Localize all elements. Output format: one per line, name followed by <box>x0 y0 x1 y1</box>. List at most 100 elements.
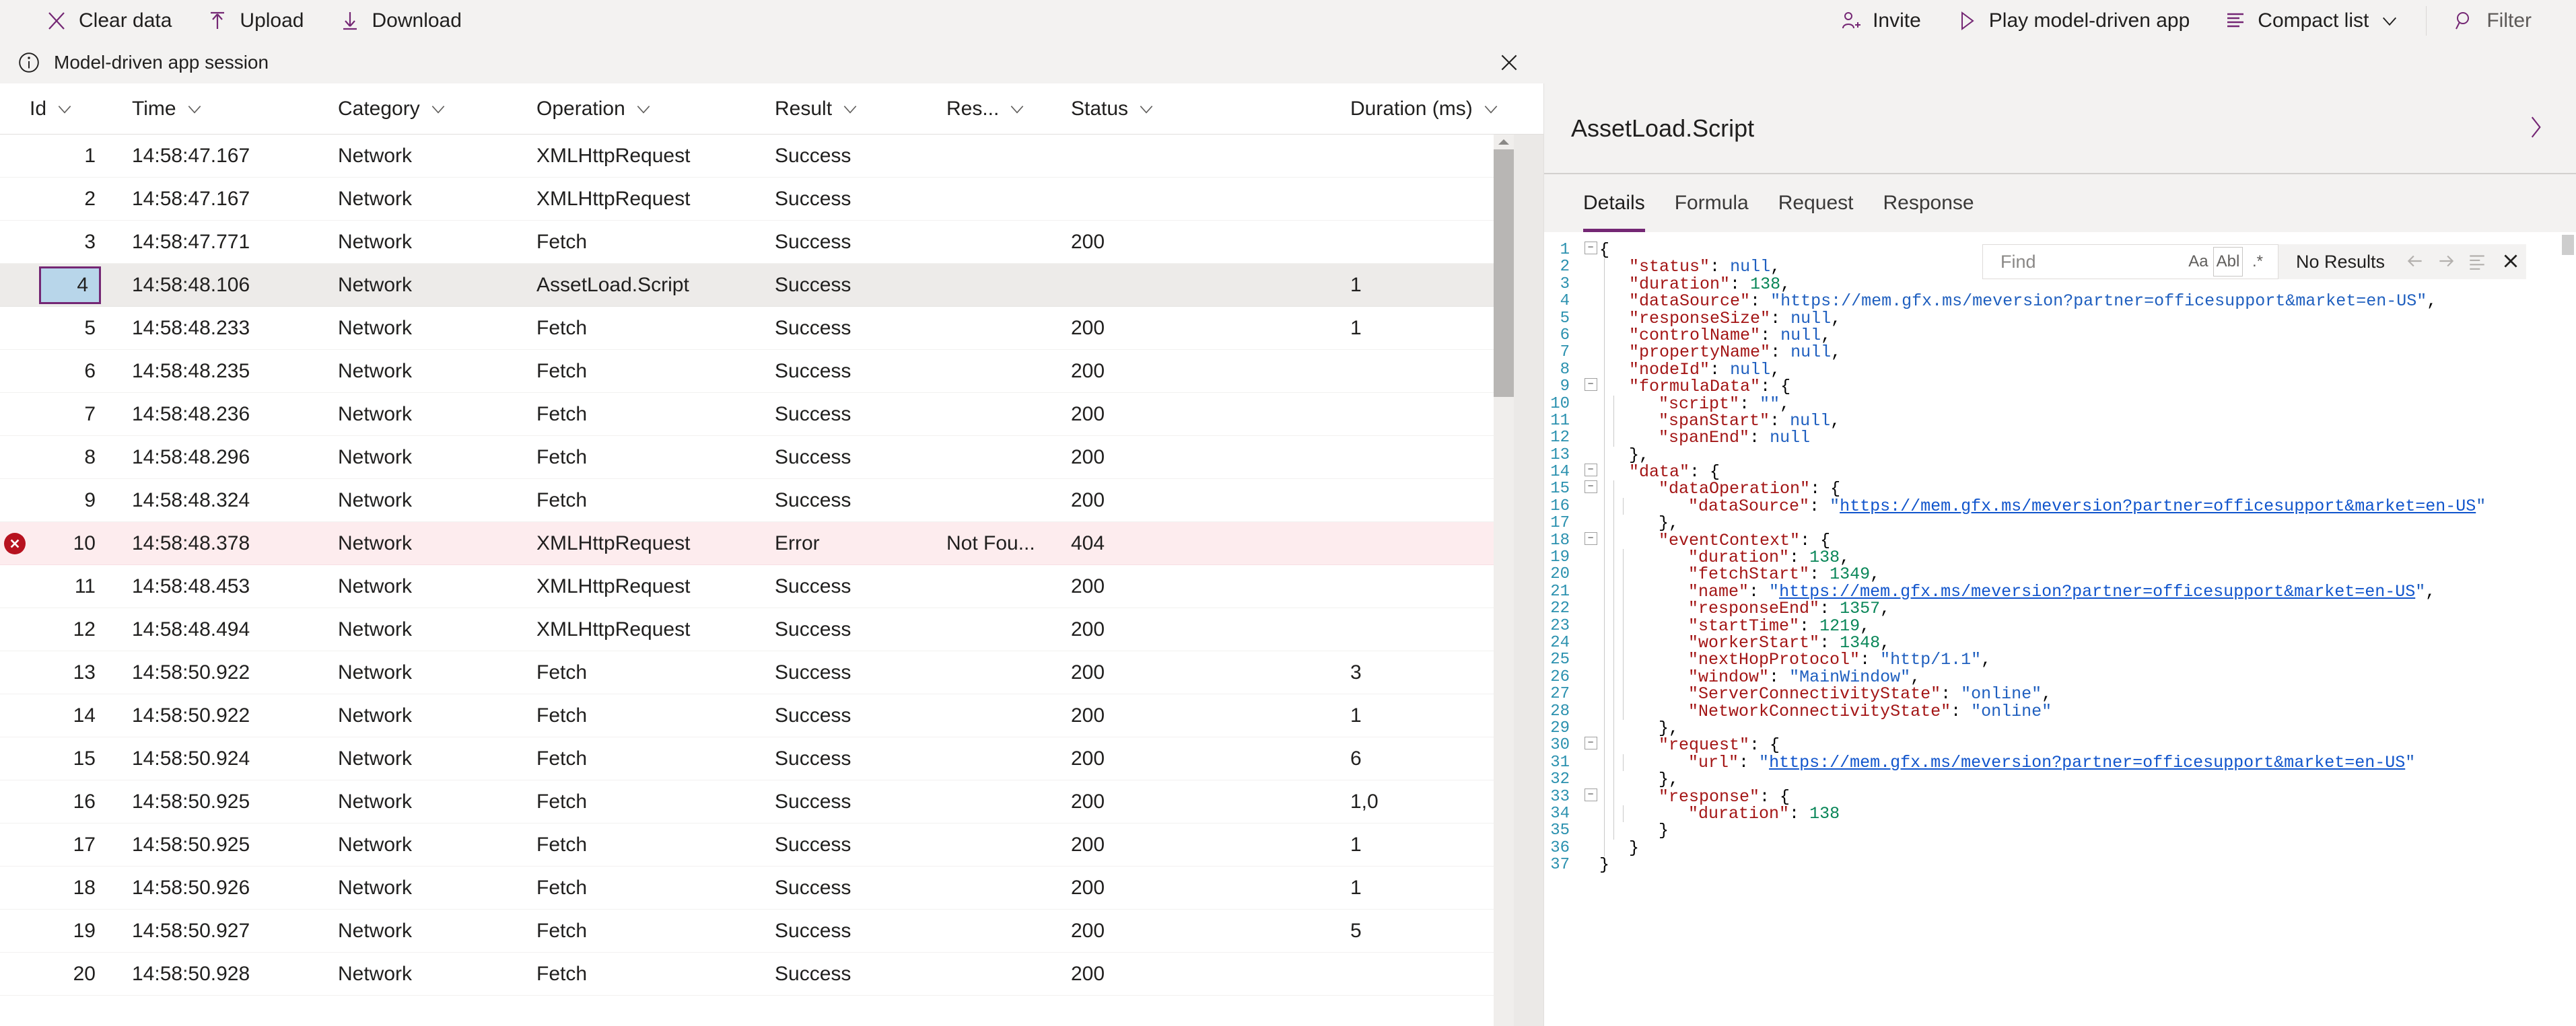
table-row[interactable]: 11 14:58:48.453 Network XMLHttpRequest Succe… <box>0 565 1543 608</box>
cell-operation[interactable]: XMLHttpRequest <box>520 618 759 641</box>
cell-result[interactable]: Success <box>759 791 930 813</box>
cell-result[interactable]: Success <box>759 317 930 340</box>
cell-operation[interactable]: Fetch <box>520 231 759 254</box>
cell-operation[interactable]: Fetch <box>520 747 759 770</box>
cell-operation[interactable]: XMLHttpRequest <box>520 532 759 555</box>
cell-result[interactable]: Success <box>759 403 930 426</box>
play-model-driven-app-button[interactable]: Play model-driven app <box>1939 0 2208 42</box>
cell-category[interactable]: Network <box>306 747 520 770</box>
code-fold-toggle-icon[interactable]: − <box>1582 532 1599 545</box>
cell-status[interactable]: 200 <box>1055 877 1334 900</box>
code-scroll-thumb[interactable] <box>2562 235 2574 255</box>
cell-time[interactable]: 14:58:47.167 <box>104 145 306 168</box>
table-row[interactable]: 15 14:58:50.924 Network Fetch Success 200 6 <box>0 737 1543 780</box>
cell-id[interactable]: 2 <box>30 188 104 211</box>
table-row[interactable]: 7 14:58:48.236 Network Fetch Success 200 <box>0 393 1543 436</box>
cell-id[interactable]: 12 <box>30 618 104 641</box>
cell-time[interactable]: 14:58:48.296 <box>104 446 306 469</box>
cell-time[interactable]: 14:58:48.494 <box>104 618 306 641</box>
code-scroll-area[interactable]: 1−{2 "status": null, 3 "duration": 138, 4 … <box>1544 232 2560 1026</box>
cell-operation[interactable]: Fetch <box>520 360 759 383</box>
cell-id[interactable]: 4 <box>30 266 104 304</box>
cell-operation[interactable]: Fetch <box>520 403 759 426</box>
scroll-up-arrow-icon[interactable] <box>1494 135 1514 149</box>
cell-category[interactable]: Network <box>306 188 520 211</box>
cell-time[interactable]: 14:58:50.925 <box>104 791 306 813</box>
cell-time[interactable]: 14:58:50.927 <box>104 920 306 943</box>
code-editor[interactable]: 1−{2 "status": null, 3 "duration": 138, 4 … <box>1544 232 2576 1026</box>
cell-result[interactable]: Success <box>759 360 930 383</box>
code-fold-toggle-icon[interactable]: − <box>1582 788 1599 801</box>
cell-category[interactable]: Network <box>306 575 520 598</box>
table-row[interactable]: 20 14:58:50.928 Network Fetch Success 200 <box>0 953 1543 996</box>
cell-status[interactable]: 404 <box>1055 532 1334 555</box>
cell-time[interactable]: 14:58:47.167 <box>104 188 306 211</box>
cell-id[interactable]: 13 <box>30 661 104 684</box>
cell-result[interactable]: Success <box>759 661 930 684</box>
tab-response[interactable]: Response <box>1868 174 1988 232</box>
tab-details[interactable]: Details <box>1568 174 1660 232</box>
cell-category[interactable]: Network <box>306 532 520 555</box>
cell-result[interactable]: Success <box>759 231 930 254</box>
cell-result[interactable]: Success <box>759 877 930 900</box>
cell-id[interactable]: 18 <box>30 877 104 900</box>
cell-category[interactable]: Network <box>306 963 520 986</box>
cell-result[interactable]: Success <box>759 446 930 469</box>
find-input[interactable] <box>1998 250 2184 273</box>
cell-time[interactable]: 14:58:50.926 <box>104 877 306 900</box>
cell-status[interactable]: 200 <box>1055 575 1334 598</box>
find-next-button[interactable] <box>2431 246 2462 277</box>
cell-operation[interactable]: Fetch <box>520 877 759 900</box>
find-close-button[interactable] <box>2495 246 2526 277</box>
table-row[interactable]: 1 14:58:47.167 Network XMLHttpRequest Succes… <box>0 135 1543 178</box>
cell-id[interactable]: 11 <box>30 575 104 598</box>
header-col-status[interactable]: Status <box>1055 98 1334 120</box>
cell-category[interactable]: Network <box>306 791 520 813</box>
cell-id[interactable]: 6 <box>30 360 104 383</box>
cell-operation[interactable]: Fetch <box>520 317 759 340</box>
cell-id[interactable]: 3 <box>30 231 104 254</box>
cell-category[interactable]: Network <box>306 403 520 426</box>
cell-time[interactable]: 14:58:50.924 <box>104 747 306 770</box>
cell-reason[interactable]: Not Fou... <box>930 532 1055 555</box>
cell-category[interactable]: Network <box>306 446 520 469</box>
cell-id[interactable]: 8 <box>30 446 104 469</box>
cell-time[interactable]: 14:58:48.324 <box>104 489 306 512</box>
match-case-button[interactable]: Aa <box>2184 247 2213 277</box>
code-fold-toggle-icon[interactable]: − <box>1582 480 1599 494</box>
header-col-duration[interactable]: Duration (ms) <box>1334 98 1536 120</box>
cell-id[interactable]: 20 <box>30 963 104 986</box>
cell-status[interactable]: 200 <box>1055 963 1334 986</box>
tab-formula[interactable]: Formula <box>1660 174 1764 232</box>
code-fold-toggle-icon[interactable]: − <box>1582 242 1599 254</box>
table-scroll-thumb[interactable] <box>1494 149 1514 397</box>
cell-id[interactable]: 9 <box>30 489 104 512</box>
cell-result[interactable]: Success <box>759 145 930 168</box>
match-whole-word-button[interactable]: Abl <box>2213 247 2243 277</box>
cell-status[interactable]: 200 <box>1055 661 1334 684</box>
cell-result[interactable]: Error <box>759 532 930 555</box>
cell-status[interactable]: 200 <box>1055 446 1334 469</box>
cell-operation[interactable]: Fetch <box>520 661 759 684</box>
cell-status[interactable]: 200 <box>1055 834 1334 856</box>
cell-id[interactable]: 10 <box>30 532 104 555</box>
table-row[interactable]: 2 14:58:47.167 Network XMLHttpRequest Succes… <box>0 178 1543 221</box>
code-fold-toggle-icon[interactable]: − <box>1582 378 1599 392</box>
table-row[interactable]: 10 14:58:48.378 Network XMLHttpRequest Error… <box>0 522 1543 565</box>
table-body[interactable]: 1 14:58:47.167 Network XMLHttpRequest Succes… <box>0 135 1543 1026</box>
cell-status[interactable]: 200 <box>1055 618 1334 641</box>
cell-result[interactable]: Success <box>759 188 930 211</box>
table-row[interactable]: 3 14:58:47.771 Network Fetch Success 200 <box>0 221 1543 264</box>
table-row[interactable]: 17 14:58:50.925 Network Fetch Success 200 1 <box>0 823 1543 867</box>
cell-result[interactable]: Success <box>759 618 930 641</box>
header-col-result[interactable]: Result <box>759 98 930 120</box>
cell-time[interactable]: 14:58:48.236 <box>104 403 306 426</box>
cell-category[interactable]: Network <box>306 877 520 900</box>
header-col-id[interactable]: Id <box>30 98 104 120</box>
cell-result[interactable]: Success <box>759 575 930 598</box>
header-col-category[interactable]: Category <box>306 98 520 120</box>
code-url-link[interactable]: https://mem.gfx.ms/meversion?partner=off… <box>1840 497 2476 516</box>
download-button[interactable]: Download <box>322 0 479 42</box>
cell-operation[interactable]: AssetLoad.Script <box>520 274 759 297</box>
cell-category[interactable]: Network <box>306 704 520 727</box>
